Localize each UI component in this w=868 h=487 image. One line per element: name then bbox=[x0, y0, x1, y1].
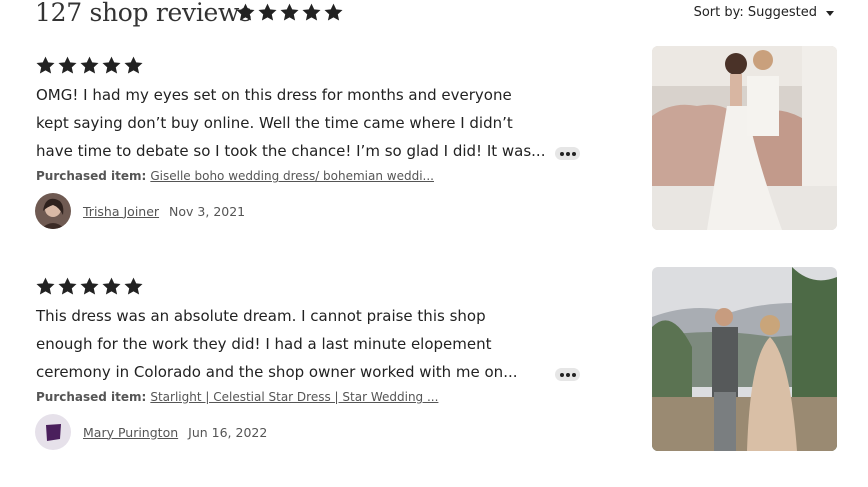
author-name[interactable]: Trisha Joiner bbox=[83, 204, 159, 219]
star-icon bbox=[35, 276, 56, 297]
review-card: This dress was an absolute dream. I cann… bbox=[35, 267, 840, 466]
sort-label: Sort by: Suggested bbox=[693, 5, 817, 20]
purchased-label: Purchased item: bbox=[36, 390, 147, 404]
sort-dropdown[interactable]: Sort by: Suggested bbox=[694, 5, 835, 20]
review-text: OMG! I had my eyes set on this dress for… bbox=[36, 81, 551, 165]
purchased-label: Purchased item: bbox=[36, 169, 147, 183]
review-text-line: OMG! I had my eyes set on this dress for… bbox=[36, 86, 512, 104]
star-icon bbox=[235, 2, 256, 23]
review-date: Jun 16, 2022 bbox=[188, 424, 268, 440]
star-icon bbox=[257, 2, 278, 23]
star-icon bbox=[57, 55, 78, 76]
star-icon bbox=[301, 2, 322, 23]
star-icon bbox=[123, 55, 144, 76]
review-author: Trisha Joiner Nov 3, 2021 bbox=[35, 193, 245, 229]
star-icon bbox=[101, 276, 122, 297]
star-icon bbox=[79, 276, 100, 297]
avatar[interactable] bbox=[35, 414, 71, 450]
more-options-icon[interactable] bbox=[555, 368, 580, 381]
review-rating bbox=[35, 55, 144, 76]
chevron-down-icon bbox=[826, 10, 834, 16]
purchased-item: Purchased item: Giselle boho wedding dres… bbox=[36, 169, 434, 183]
star-icon bbox=[323, 2, 344, 23]
review-date: Nov 3, 2021 bbox=[169, 203, 246, 219]
star-icon bbox=[101, 55, 122, 76]
star-icon bbox=[57, 276, 78, 297]
review-text-line: kept saying don’t buy online. Well the t… bbox=[36, 114, 513, 132]
review-photo[interactable] bbox=[652, 267, 837, 451]
purchased-item: Purchased item: Starlight | Celestial Sta… bbox=[36, 390, 438, 404]
page-title: 127 shop reviews bbox=[35, 0, 252, 27]
star-icon bbox=[279, 2, 300, 23]
star-icon bbox=[35, 55, 56, 76]
shop-rating bbox=[235, 2, 344, 23]
star-icon bbox=[79, 55, 100, 76]
more-options-icon[interactable] bbox=[555, 147, 580, 160]
avatar[interactable] bbox=[35, 193, 71, 229]
star-icon bbox=[123, 276, 144, 297]
review-text-line: have time to debate so I took the chance… bbox=[36, 142, 546, 160]
review-rating bbox=[35, 276, 144, 297]
review-text-line: enough for the work they did! I had a la… bbox=[36, 335, 492, 353]
review-text: This dress was an absolute dream. I cann… bbox=[36, 302, 551, 386]
reviews-header: 127 shop reviews Sort by: Suggested bbox=[35, 0, 835, 30]
purchased-item-link[interactable]: Starlight | Celestial Star Dress | Star … bbox=[150, 390, 438, 404]
review-photo[interactable] bbox=[652, 46, 837, 230]
review-author: Mary Purington Jun 16, 2022 bbox=[35, 414, 267, 450]
review-card: OMG! I had my eyes set on this dress for… bbox=[35, 46, 840, 245]
review-text-line: ceremony in Colorado and the shop owner … bbox=[36, 363, 518, 381]
purchased-item-link[interactable]: Giselle boho wedding dress/ bohemian wed… bbox=[150, 169, 434, 183]
author-name[interactable]: Mary Purington bbox=[83, 425, 178, 440]
review-text-line: This dress was an absolute dream. I cann… bbox=[36, 307, 486, 325]
